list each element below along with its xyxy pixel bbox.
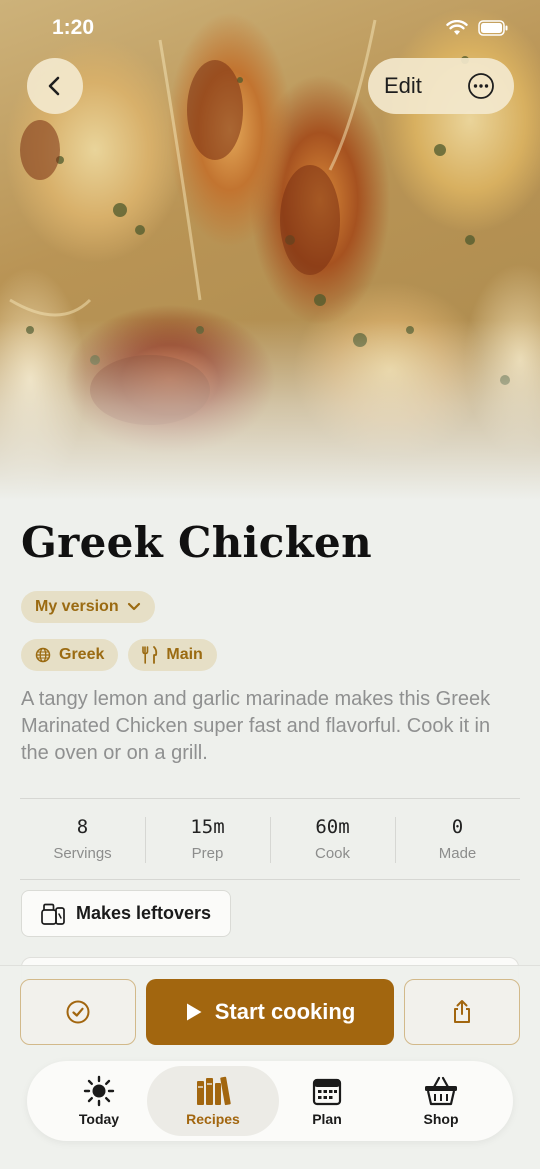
share-button[interactable] [404, 979, 520, 1045]
leftovers-label: Makes leftovers [76, 903, 212, 923]
calendar-icon [312, 1078, 342, 1106]
tag-course[interactable]: Main [128, 639, 217, 671]
stat-value: 60m [315, 816, 350, 838]
hero-fade [0, 320, 540, 510]
sun-icon [83, 1075, 115, 1107]
recipe-description: A tangy lemon and garlic marinade makes … [21, 688, 491, 764]
tab-today[interactable]: Today [47, 1066, 151, 1136]
more-options-button[interactable] [466, 71, 496, 101]
stat-cook: 60m Cook [270, 799, 395, 879]
chevron-left-icon [48, 76, 60, 96]
makes-leftovers-button[interactable]: Makes leftovers [21, 890, 231, 937]
stat-made: 0 Made [395, 799, 520, 879]
status-icons [446, 20, 508, 36]
stat-label: Made [438, 845, 477, 862]
stat-label: Prep [191, 845, 224, 862]
version-label: My version [35, 598, 119, 615]
tag-label: Main [166, 646, 203, 663]
tab-label: Recipes [186, 1111, 240, 1127]
stat-prep: 15m Prep [145, 799, 270, 879]
books-icon [197, 1076, 231, 1106]
leftovers-container-icon [41, 903, 65, 925]
battery-icon [478, 20, 508, 36]
tag-cuisine[interactable]: Greek [21, 639, 119, 671]
fork-knife-icon [142, 646, 158, 664]
stat-value: 8 [76, 816, 89, 838]
back-button[interactable] [27, 58, 83, 114]
more-icon [468, 73, 494, 99]
check-circle-icon [66, 1000, 90, 1024]
tab-bar: Today Recipes Plan Shop [27, 1061, 513, 1141]
globe-icon [35, 647, 51, 663]
tab-shop[interactable]: Shop [389, 1066, 493, 1136]
stat-value: 15m [190, 816, 225, 838]
status-time: 1:20 [52, 16, 95, 39]
edit-menu-pill: Edit [368, 58, 514, 114]
stat-label: Servings [53, 845, 112, 862]
recipe-title: Greek Chicken [21, 518, 372, 567]
recipe-tags: Greek Main [21, 639, 217, 671]
tag-label: Greek [59, 646, 105, 663]
start-cooking-button[interactable]: Start cooking [146, 979, 394, 1045]
stat-servings[interactable]: 8 Servings [20, 799, 145, 879]
mark-made-button[interactable] [20, 979, 136, 1045]
status-bar: 1:20 [0, 0, 540, 60]
stat-value: 0 [451, 816, 464, 838]
tab-label: Plan [312, 1111, 342, 1127]
play-icon [186, 1003, 202, 1021]
version-selector[interactable]: My version [21, 591, 155, 623]
basket-icon [425, 1076, 457, 1106]
edit-button[interactable]: Edit [384, 73, 422, 99]
tab-recipes[interactable]: Recipes [147, 1066, 279, 1136]
tab-label: Today [78, 1111, 120, 1127]
tab-label: Shop [423, 1111, 459, 1127]
wifi-icon [446, 20, 468, 35]
share-icon [454, 1000, 470, 1023]
chevron-down-icon [127, 602, 140, 611]
start-cooking-label: Start cooking [214, 999, 356, 1024]
stat-label: Cook [314, 845, 351, 862]
tab-plan[interactable]: Plan [275, 1066, 379, 1136]
recipe-stats: 8 Servings 15m Prep 60m Cook 0 Made [20, 798, 520, 880]
